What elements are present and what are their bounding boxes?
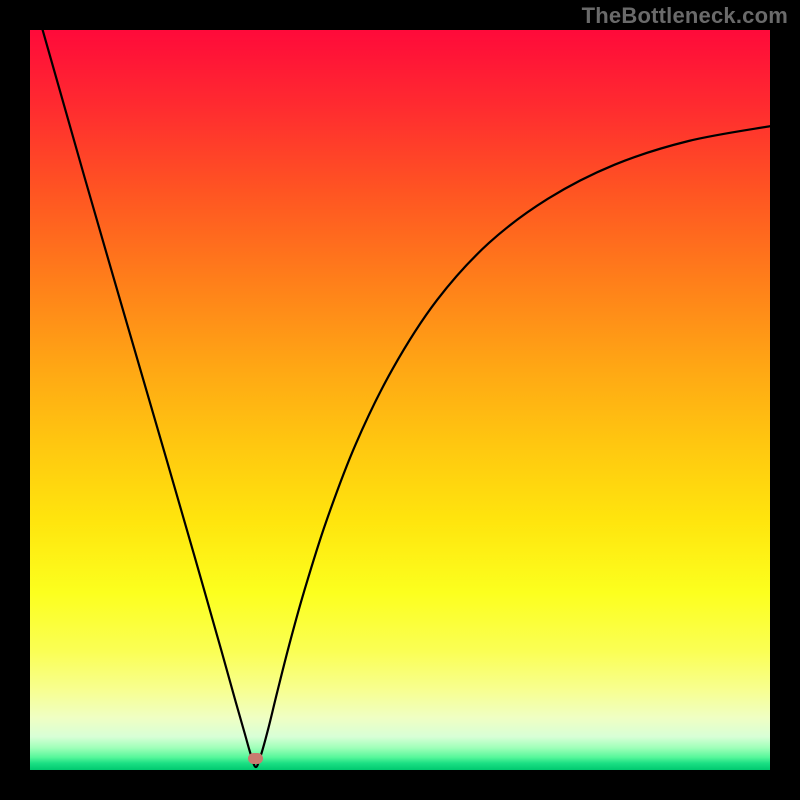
chart-stage: TheBottleneck.com xyxy=(0,0,800,800)
bottleneck-curve xyxy=(30,30,770,770)
frame-right xyxy=(770,0,800,800)
frame-bottom xyxy=(0,770,800,800)
watermark-text: TheBottleneck.com xyxy=(582,3,788,29)
min-marker xyxy=(248,753,263,764)
frame-left xyxy=(0,0,30,800)
plot-area xyxy=(30,30,770,770)
